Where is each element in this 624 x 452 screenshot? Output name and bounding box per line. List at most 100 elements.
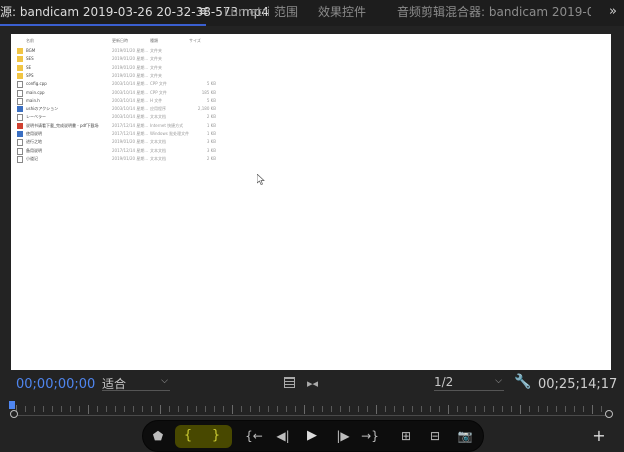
file-type: 文本文档 (150, 155, 166, 161)
file-name: SE (26, 64, 32, 70)
more-tabs-icon[interactable]: » (609, 0, 617, 24)
file-date: 2019/01/20 星期... (112, 56, 149, 62)
file-icon (17, 155, 23, 163)
insert-icon[interactable]: ⊞ (397, 428, 415, 444)
play-icon[interactable]: ▶ (304, 428, 320, 444)
panel-menu-icon[interactable]: ≡ (198, 0, 209, 26)
file-date: 2017/12/14 星期... (112, 131, 149, 136)
panel-tab-bar: 源: bandicam 2019-03-26 20-32-38-573.mp4 … (0, 0, 624, 26)
zoom-scroll-bar[interactable] (14, 415, 610, 416)
file-name: main.cpp (26, 89, 45, 95)
time-ruler[interactable] (10, 405, 613, 415)
file-icon (17, 106, 23, 113)
folder-icon (17, 48, 23, 54)
settings-wrench-icon[interactable]: 🔧 (514, 374, 531, 390)
overwrite-icon[interactable]: ⊟ (426, 428, 444, 444)
duration-timecode: 00;25;14;17 (538, 377, 618, 392)
current-timecode[interactable]: 00;00;00;00 (16, 377, 95, 392)
file-type: Windows 批处理文件 (150, 131, 190, 136)
tab-effect-controls[interactable]: 效果控件 (318, 0, 366, 26)
chevron-down-icon: ⌵ (161, 376, 168, 386)
export-frame-camera-icon[interactable]: 📷 (457, 428, 473, 444)
tab-lumetri-scopes[interactable]: Lumetri 范围 (224, 0, 298, 26)
file-size: 5 KB (206, 81, 216, 87)
file-name: レーベラー (26, 114, 46, 120)
file-type: 文本文档 (150, 147, 166, 153)
file-name: ushiのアクション (26, 106, 59, 112)
file-icon (17, 89, 23, 97)
file-date: 2017/12/14 星期... (112, 122, 149, 128)
file-icon (17, 81, 23, 89)
file-date: 2003/10/14 星期... (112, 106, 149, 112)
zoom-level-value: 适合 (102, 377, 127, 391)
file-date: 2019/01/20 星期... (112, 155, 149, 161)
file-type: 应用程序 (150, 106, 166, 112)
file-name: 备用说明 (26, 147, 42, 153)
file-name: 使用说明 (26, 131, 42, 136)
file-name: main.h (26, 97, 40, 103)
file-name: config.cpp (26, 81, 47, 87)
source-monitor-viewer[interactable]: 名前 更新日時 種類 サイズ BGM 2019/01/20 星期... 文件夹 SES… (11, 34, 611, 370)
tab-audio-clip-mixer[interactable]: 音频剪辑混合器: bandicam 2019-03-26 20-32 (397, 0, 591, 26)
file-type: H 文件 (150, 97, 163, 103)
button-editor-plus-icon[interactable]: + (591, 428, 607, 444)
file-date: 2019/01/20 星期... (112, 139, 149, 145)
file-name: SPS (26, 72, 34, 78)
file-type: 文件夹 (150, 48, 162, 53)
file-name: 小道记 (26, 155, 38, 161)
file-size: 2 KB (206, 155, 216, 161)
file-date: 2019/01/20 星期... (112, 72, 149, 78)
step-forward-icon[interactable]: |▶ (335, 428, 351, 444)
file-size: 1 KB (206, 131, 216, 136)
file-name: 进行之地 (26, 139, 42, 145)
file-icon (17, 97, 23, 105)
file-name: 说明书请看下載_完成说明書 - pdf下載场 (26, 122, 99, 128)
folder-icon (17, 56, 23, 63)
file-type: CPP 文件 (150, 89, 167, 95)
mark-out-icon[interactable]: } (211, 428, 221, 444)
playback-resolution-value: 1/2 (434, 375, 454, 389)
compare-view-icon[interactable]: ▸◂ (307, 377, 318, 390)
file-list-header-date: 更新日時 (112, 38, 128, 43)
file-size: 1 KB (206, 122, 216, 128)
file-size: 5 KB (206, 97, 216, 103)
file-size: 2,180 KB (197, 106, 216, 112)
folder-icon (17, 72, 23, 79)
add-marker-icon[interactable]: ⬟ (152, 428, 164, 444)
mark-in-icon[interactable]: { (183, 428, 193, 444)
file-type: 文本文档 (150, 139, 166, 145)
file-date: 2003/10/14 星期... (112, 114, 149, 120)
zoom-scroll-start-handle[interactable] (10, 410, 18, 418)
file-icon (17, 147, 23, 155)
file-list-header-type: 種類 (150, 38, 158, 43)
file-icon (17, 131, 23, 137)
file-name: BGM (26, 48, 36, 53)
file-list-header-size: サイズ (189, 38, 201, 43)
file-type: 文件夹 (150, 72, 162, 78)
mouse-cursor-icon (257, 174, 265, 185)
file-size: 2 KB (206, 114, 216, 120)
go-to-out-icon[interactable]: →} (361, 428, 379, 444)
file-size: 3 KB (206, 139, 216, 145)
zoom-scroll-end-handle[interactable] (605, 410, 613, 418)
file-date: 2003/10/14 星期... (112, 89, 149, 95)
file-date: 2017/12/14 星期... (112, 147, 149, 153)
safe-margins-icon[interactable] (284, 377, 295, 388)
active-tab-indicator (0, 24, 206, 26)
zoom-level-select[interactable]: 适合 ⌵ (102, 375, 170, 391)
file-type: CPP 文件 (150, 81, 167, 87)
go-to-in-icon[interactable]: {← (245, 428, 263, 444)
playback-resolution-select[interactable]: 1/2 ⌵ (434, 375, 504, 391)
step-back-icon[interactable]: ◀| (275, 428, 291, 444)
file-date: 2003/10/14 星期... (112, 81, 149, 87)
file-type: 文本文档 (150, 114, 166, 120)
file-icon (17, 139, 23, 147)
playhead[interactable] (9, 401, 15, 409)
file-icon (17, 122, 23, 129)
ruler-major-ticks (16, 405, 610, 414)
file-row[interactable]: 小道记 2019/01/20 星期... 文本文档 2 KB (16, 155, 221, 164)
file-icon (17, 114, 23, 122)
file-size: 3 KB (206, 147, 216, 153)
file-type: 文件夹 (150, 64, 162, 70)
file-date: 2019/01/20 星期... (112, 64, 149, 70)
